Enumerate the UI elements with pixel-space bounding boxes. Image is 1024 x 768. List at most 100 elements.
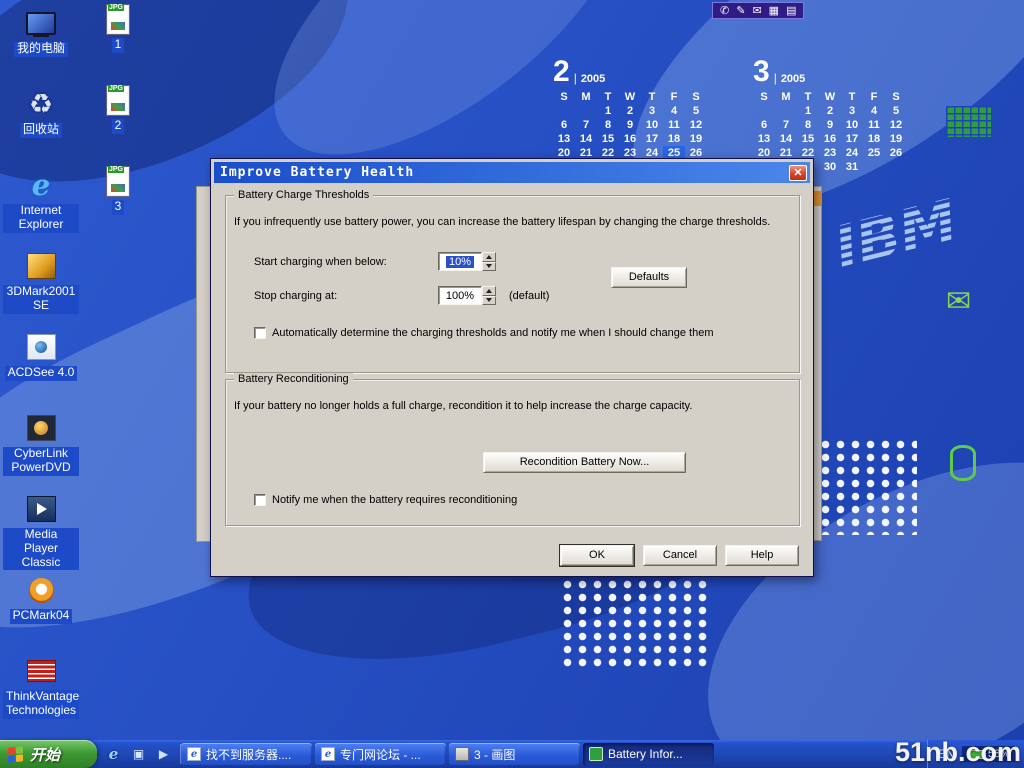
desktop-icon-jpg[interactable]: JPG3 — [80, 162, 156, 243]
dialog-title: Improve Battery Health — [220, 165, 414, 180]
calendar-date: 2 — [619, 104, 641, 118]
ibm-logo: IBM — [824, 170, 1002, 301]
calendar-day-header: F — [863, 90, 885, 104]
calendar-date: 2 — [819, 104, 841, 118]
3dmark-icon — [24, 249, 58, 283]
calendar-date: 10 — [841, 118, 863, 132]
desktop-icon-label: CyberLink PowerDVD — [3, 447, 79, 476]
dialog-titlebar[interactable]: Improve Battery Health ✕ — [214, 162, 810, 183]
task-button[interactable]: e找不到服务器.... — [181, 743, 312, 766]
spin-up-button[interactable] — [482, 286, 496, 296]
desktop-icon-ie[interactable]: Internet Explorer — [2, 166, 80, 247]
jpg-badge: JPG — [108, 85, 124, 92]
group-description: If your battery no longer holds a full c… — [234, 400, 794, 412]
windows-flag-icon — [8, 746, 24, 763]
desktop-icon-label: 我的电脑 — [14, 42, 68, 57]
desktop-icon-computer[interactable]: 我的电脑 — [2, 4, 80, 85]
up-arrow-icon — [486, 289, 492, 293]
svg-text:IBM: IBM — [828, 186, 964, 282]
calendar-date: 10 — [641, 118, 663, 132]
desktop-icon-recycle[interactable]: 回收站 — [2, 85, 80, 166]
pen-icon[interactable]: ✎ — [736, 4, 745, 17]
calendar-year: 2005 — [781, 73, 805, 87]
desktop-icon-thinkvantage[interactable]: ThinkVantage Technologies — [2, 652, 80, 733]
stop-threshold-field[interactable]: 100% — [438, 286, 482, 305]
improve-battery-health-dialog: Improve Battery Health ✕ Battery Charge … — [210, 158, 814, 577]
mail-icon[interactable]: ✉ — [752, 4, 761, 17]
calendar-date: 15 — [797, 132, 819, 146]
task-button[interactable]: 3 - 画图 — [449, 743, 580, 766]
desktop-icon-powerdvd[interactable]: CyberLink PowerDVD — [2, 409, 80, 490]
calendar-date: 19 — [685, 132, 707, 146]
stop-threshold-spinner: 100% — [438, 286, 496, 305]
start-threshold-field[interactable]: 10% — [438, 252, 482, 271]
calendar-day-header: W — [619, 90, 641, 104]
calendar-day-header: T — [797, 90, 819, 104]
calendar-date — [553, 104, 575, 118]
calendar-date: 8 — [597, 118, 619, 132]
jpg-badge: JPG — [108, 166, 124, 173]
show-desktop-icon[interactable]: ▣ — [130, 746, 147, 763]
calendar-separator: | — [574, 71, 577, 87]
help-button[interactable]: Help — [725, 545, 799, 566]
desktop-icon-label: ThinkVantage Technologies — [3, 690, 79, 719]
desktop-column-1: 我的电脑回收站 Internet Explorer 3DMark2001 SE ACD… — [2, 4, 80, 733]
task-label: Battery Infor... — [608, 747, 683, 761]
calendar-date — [775, 104, 797, 118]
page-icon: e — [187, 747, 201, 761]
desktop-icon-acdsee[interactable]: ACDSee 4.0 — [2, 328, 80, 409]
spin-up-button[interactable] — [482, 252, 496, 262]
desktop-icon-jpg[interactable]: JPG2 — [80, 81, 156, 162]
calendar-day-header: T — [641, 90, 663, 104]
calendar-date: 3 — [641, 104, 663, 118]
cancel-button[interactable]: Cancel — [643, 545, 717, 566]
desktop-icon-3dmark[interactable]: 3DMark2001 SE — [2, 247, 80, 328]
calendar-date: 7 — [775, 118, 797, 132]
desktop-icon-pcmark[interactable]: PCMark04 — [2, 571, 80, 652]
up-arrow-icon — [486, 255, 492, 259]
task-button[interactable]: Battery Infor... — [583, 743, 714, 766]
defaults-button[interactable]: Defaults — [611, 267, 687, 288]
recondition-battery-button[interactable]: Recondition Battery Now... — [483, 452, 686, 473]
close-button[interactable]: ✕ — [789, 165, 807, 181]
calendar-2: 3|2005SMTWTFS123456789101112131415161718… — [753, 55, 907, 174]
calendar-date: 15 — [597, 132, 619, 146]
task-button[interactable]: e专门网论坛 - ... — [315, 743, 446, 766]
desktop-icon-jpg[interactable]: JPG1 — [80, 0, 156, 81]
calendar-date: 3 — [841, 104, 863, 118]
auto-determine-checkbox[interactable] — [254, 327, 266, 339]
quick-launch: e ▣ ▶ — [97, 740, 180, 768]
desktop-icon-label: ACDSee 4.0 — [5, 366, 78, 381]
wallpaper-dot-grid — [818, 438, 917, 535]
desktop-icon-label: Internet Explorer — [3, 204, 79, 233]
start-button[interactable]: 开始 — [0, 740, 97, 768]
desktop-icon-mpc[interactable]: Media Player Classic — [2, 490, 80, 571]
spin-down-button[interactable] — [482, 262, 496, 272]
group-description: If you infrequently use battery power, y… — [234, 216, 794, 228]
notify-recondition-checkbox[interactable] — [254, 494, 266, 506]
wallpaper-dot-grid — [560, 578, 713, 669]
calendar-date: 16 — [819, 132, 841, 146]
auto-determine-label: Automatically determine the charging thr… — [272, 327, 713, 339]
thinkvantage-icon — [24, 654, 58, 688]
ok-button[interactable]: OK — [560, 545, 634, 566]
media-icon[interactable]: ▶ — [155, 746, 172, 763]
default-note: (default) — [509, 290, 549, 302]
calendar-day-header: F — [663, 90, 685, 104]
list-icon[interactable]: ▤ — [786, 4, 796, 17]
calendar-date: 18 — [663, 132, 685, 146]
watermark-rest: .com — [958, 737, 1021, 767]
background-window-icon — [813, 191, 821, 206]
phone-icon[interactable]: ✆ — [720, 4, 729, 17]
calendar-day-header: T — [841, 90, 863, 104]
down-arrow-icon — [486, 264, 492, 268]
calendar-header: 3|2005 — [753, 55, 907, 87]
notify-recondition-label: Notify me when the battery requires reco… — [272, 494, 517, 506]
spin-down-button[interactable] — [482, 296, 496, 306]
calendar-header: 2|2005 — [553, 55, 707, 87]
grid-icon[interactable]: ▦ — [769, 4, 779, 17]
calendar-date: 16 — [619, 132, 641, 146]
floating-toolbar[interactable]: ✆ ✎ ✉ ▦ ▤ — [712, 2, 804, 19]
dialog-body: Battery Charge Thresholds If you infrequ… — [214, 183, 810, 575]
ie-icon[interactable]: e — [105, 746, 122, 763]
